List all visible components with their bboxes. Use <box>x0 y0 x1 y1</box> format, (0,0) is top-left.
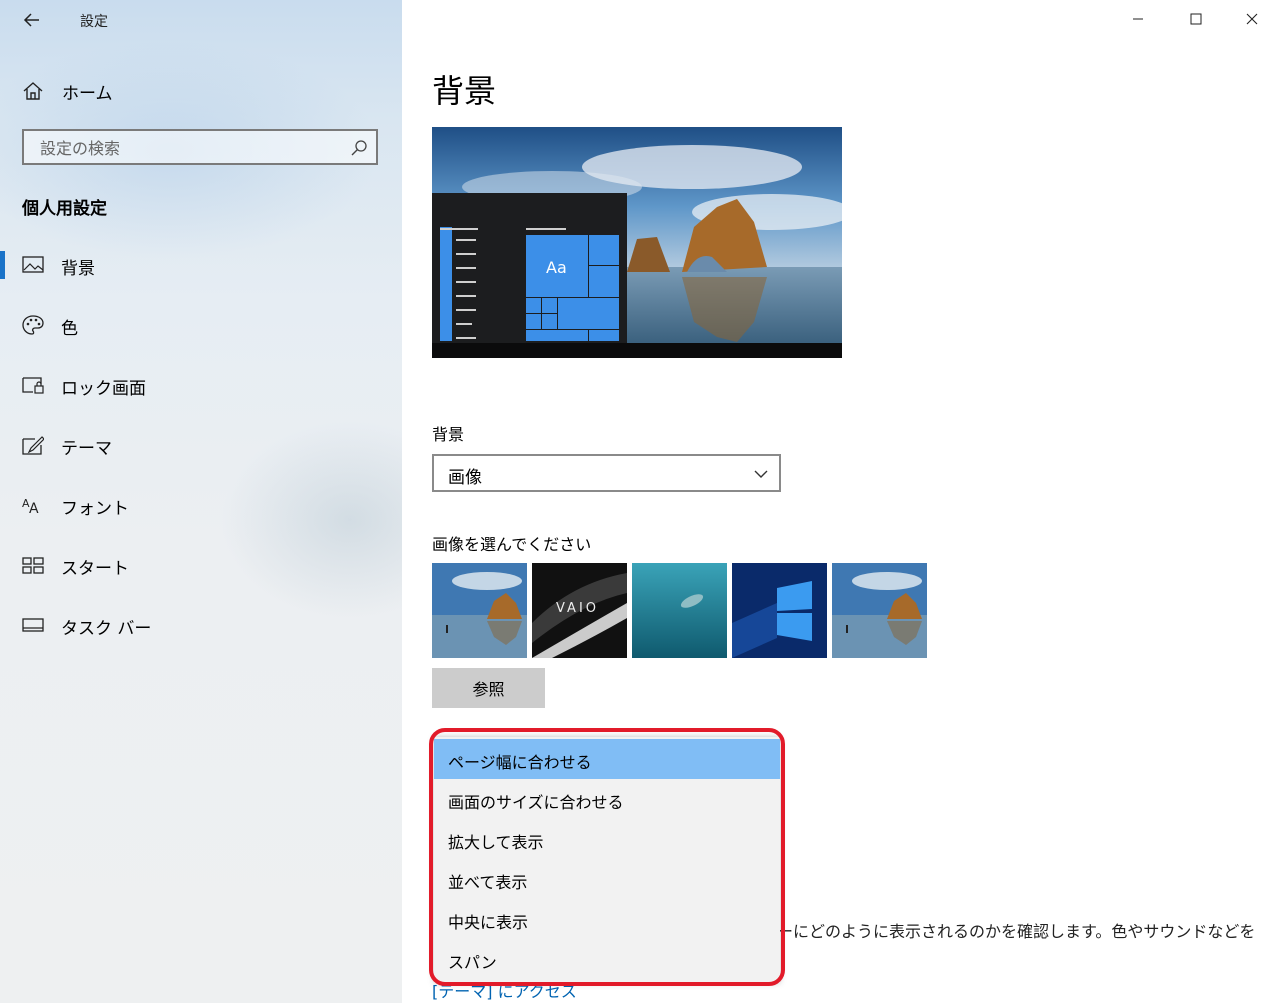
wallpaper-thumbnail[interactable] <box>832 563 927 658</box>
search-icon[interactable] <box>350 139 368 157</box>
font-icon: A A <box>22 497 39 515</box>
page-title: 背景 <box>432 72 497 110</box>
back-arrow-icon <box>23 13 39 27</box>
preview-wallpaper <box>432 127 842 358</box>
underwater-thumbnail-image <box>632 563 727 658</box>
close-icon <box>1246 13 1258 25</box>
sidebar-item-start[interactable]: スタート <box>0 545 402 585</box>
section-title: 個人用設定 <box>22 199 107 219</box>
fit-option-label: 中央に表示 <box>448 913 529 932</box>
sidebar-item-label: フォント <box>61 499 129 519</box>
minimize-icon <box>1133 18 1143 20</box>
search-input[interactable] <box>38 137 342 159</box>
fit-option-label: 並べて表示 <box>448 873 528 892</box>
home-label: ホーム <box>62 83 113 104</box>
sidebar-item-lock-screen[interactable]: ロック画面 <box>0 365 402 405</box>
palette-icon <box>22 315 44 335</box>
wallpaper-thumbnail[interactable] <box>432 563 527 658</box>
background-label: 背景 <box>432 425 465 444</box>
theme-description-text: ーにどのように表示されるのかを確認します。色やサウンドなどを <box>777 922 1256 941</box>
fit-option-label: スパン <box>448 953 497 972</box>
svg-text:A: A <box>29 501 39 515</box>
beach-thumbnail-image <box>432 563 527 658</box>
beach-thumbnail-image <box>832 563 927 658</box>
sidebar-item-background[interactable]: 背景 <box>0 245 402 285</box>
chevron-down-icon <box>754 470 768 478</box>
sidebar-item-label: 背景 <box>61 259 95 279</box>
background-type-value: 画像 <box>448 468 482 488</box>
indicator <box>0 371 5 399</box>
wallpaper-thumbnail[interactable] <box>632 563 727 658</box>
active-indicator <box>0 251 5 279</box>
wallpaper-thumbnail[interactable]: VAIO <box>532 563 627 658</box>
sidebar-item-fonts[interactable]: A A フォント <box>0 485 402 525</box>
maximize-button[interactable] <box>1173 0 1219 38</box>
home-icon <box>23 82 43 100</box>
fit-option-span[interactable]: スパン <box>434 939 780 979</box>
sidebar-item-taskbar[interactable]: タスク バー <box>0 605 402 645</box>
lock-screen-icon <box>22 377 44 394</box>
sidebar-item-label: タスク バー <box>61 619 152 639</box>
back-button[interactable] <box>18 6 46 34</box>
home-link[interactable]: ホーム <box>22 76 113 106</box>
vaio-logo-text: VAIO <box>556 601 600 616</box>
sidebar-item-themes[interactable]: テーマ <box>0 425 402 465</box>
sidebar-item-label: スタート <box>61 559 129 579</box>
wallpaper-thumbnail[interactable] <box>732 563 827 658</box>
browse-button[interactable]: 参照 <box>432 668 545 708</box>
fit-option-tile[interactable]: 並べて表示 <box>434 859 780 899</box>
windows10-thumbnail-image <box>732 563 827 658</box>
indicator <box>0 551 5 579</box>
sidebar-item-color[interactable]: 色 <box>0 305 402 345</box>
indicator <box>0 611 5 639</box>
picture-icon <box>22 256 44 273</box>
fit-option-fill[interactable]: ページ幅に合わせる <box>434 739 780 779</box>
sidebar-item-label: ロック画面 <box>61 379 146 399</box>
fit-option-label: 画面のサイズに合わせる <box>448 793 624 812</box>
fit-options-dropdown: ページ幅に合わせる 画面のサイズに合わせる 拡大して表示 並べて表示 中央に表示… <box>434 737 780 983</box>
theme-brush-icon <box>22 436 44 455</box>
indicator <box>0 311 5 339</box>
choose-picture-label: 画像を選んでください <box>432 535 592 554</box>
fit-option-fit[interactable]: 画面のサイズに合わせる <box>434 779 780 819</box>
close-button[interactable] <box>1229 0 1275 38</box>
minimize-button[interactable] <box>1115 0 1161 38</box>
taskbar-icon <box>22 618 44 632</box>
fit-option-label: ページ幅に合わせる <box>448 753 592 772</box>
indicator <box>0 431 5 459</box>
fit-option-label: 拡大して表示 <box>448 833 544 852</box>
fit-option-center[interactable]: 中央に表示 <box>434 899 780 939</box>
sidebar-item-label: テーマ <box>61 439 112 459</box>
indicator <box>0 491 5 519</box>
start-tiles-icon <box>22 557 44 574</box>
app-title: 設定 <box>80 14 108 30</box>
maximize-icon <box>1190 13 1202 25</box>
desktop-preview: Aa <box>432 127 842 358</box>
background-type-select[interactable]: 画像 <box>432 454 781 492</box>
fit-option-stretch[interactable]: 拡大して表示 <box>434 819 780 859</box>
preview-tile-label: Aa <box>546 258 567 277</box>
sidebar-item-label: 色 <box>61 319 78 339</box>
sidebar: 設定 ホーム 個人用設定 背景 色 <box>0 0 402 1003</box>
settings-search-box[interactable] <box>22 129 378 165</box>
